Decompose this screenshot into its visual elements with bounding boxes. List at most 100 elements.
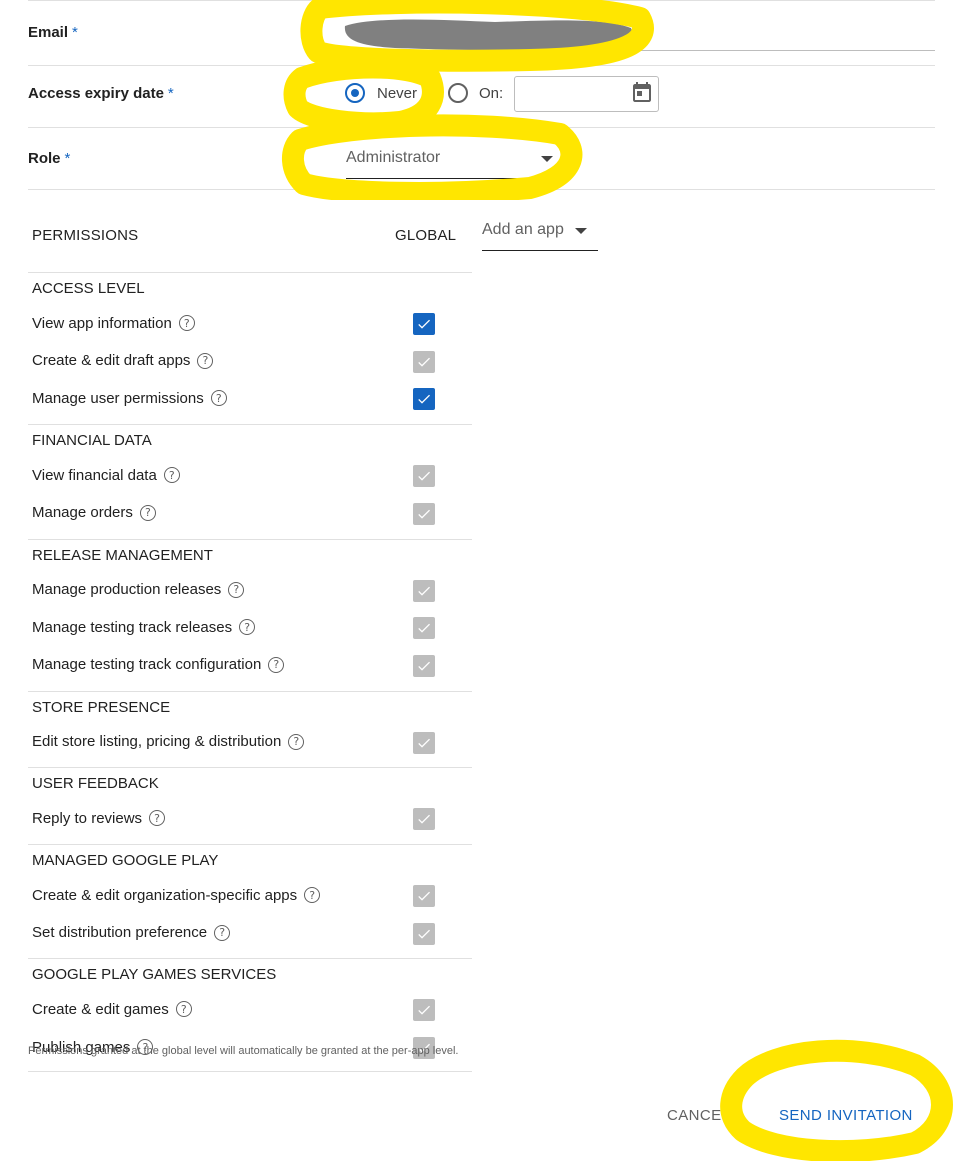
help-circle-icon[interactable]: ? [214,924,231,941]
global-permission-checkbox [413,617,435,640]
global-permission-checkbox [413,808,435,831]
permission-section-title: ACCESS LEVEL [32,280,145,297]
role-label: Role * [28,150,70,167]
help-circle-icon[interactable]: ? [239,619,256,636]
global-permission-checkbox [413,731,435,754]
permission-label: Create & edit organization-specific apps [32,886,298,904]
check-icon [418,891,430,901]
help-circle-icon[interactable]: ? [197,352,214,369]
help-circle-icon[interactable]: ? [178,315,195,331]
global-permission-checkbox [413,922,435,945]
permission-row: Manage orders? [32,501,156,525]
check-icon [418,319,430,329]
global-permission-checkbox[interactable] [413,313,435,335]
on-date-radio[interactable] [448,83,468,103]
global-permission-checkbox [413,999,435,1022]
role-label-text: Role [28,150,61,167]
add-app-dropdown[interactable]: Add an app [482,221,564,239]
add-app-underline [482,250,598,251]
required-mark: * [167,85,174,102]
permission-label: Create & edit games [32,1000,169,1018]
permission-label: Manage orders [32,504,133,522]
row-divider [28,65,935,66]
global-permission-checkbox [413,579,435,602]
row-divider [28,189,935,190]
global-permission-checkbox [413,885,435,907]
help-circle-icon[interactable]: ? [139,504,156,521]
permission-section-title: FINANCIAL DATA [32,432,152,450]
permission-row: View app information? [32,311,195,335]
permission-label: Reply to reviews [32,809,143,827]
check-icon [418,395,430,405]
permission-section-title: STORE PRESENCE [32,698,171,716]
role-select[interactable]: Administrator [346,149,440,167]
global-permission-checkbox [413,465,435,488]
permission-row: Set distribution preference? [32,921,231,945]
on-radio-label: On: [479,85,504,102]
section-divider [28,272,472,273]
permission-label: Manage production releases [32,581,222,598]
help-circle-icon[interactable]: ? [268,656,285,673]
check-icon [418,471,430,481]
permission-section-title: RELEASE MANAGEMENT [32,546,213,564]
permission-section-title: MANAGED GOOGLE PLAY [32,852,219,869]
permission-label: Edit store listing, pricing & distributi… [32,733,282,751]
global-permission-checkbox [413,350,435,373]
section-divider [28,424,472,426]
help-circle-icon[interactable]: ? [304,887,321,903]
permission-label: Create & edit draft apps [32,352,191,370]
permission-section-title: GOOGLE PLAY GAMES SERVICES [32,966,277,984]
permission-row: Create & edit draft apps? [32,349,214,373]
help-circle-icon[interactable]: ? [228,581,245,598]
global-permission-checkbox[interactable] [413,388,435,411]
permission-row: Create & edit organization-specific apps… [32,883,321,907]
global-permission-checkbox [413,502,435,525]
section-divider [28,958,472,960]
never-radio[interactable] [345,83,365,103]
check-icon [418,357,430,367]
chevron-down-icon[interactable] [541,156,553,162]
permission-label: Set distribution preference [32,924,208,942]
permissions-header: PERMISSIONS [32,227,139,244]
help-circle-icon[interactable]: ? [288,733,305,750]
check-icon [418,738,430,748]
check-icon [418,586,430,596]
cancel-button[interactable]: CANCEL [667,1107,730,1124]
permission-label: Manage user permissions [32,389,204,407]
permission-row: View financial data? [32,463,180,487]
check-icon [418,815,430,824]
check-icon [418,1006,430,1016]
never-radio-label: Never [377,85,418,102]
section-divider [28,538,472,540]
row-divider [28,127,935,128]
section-divider [28,690,472,692]
section-divider [28,767,472,769]
help-circle-icon[interactable]: ? [163,467,180,484]
help-circle-icon[interactable]: ? [175,1001,192,1018]
send-invitation-button[interactable]: SEND INVITATION [779,1107,913,1124]
required-mark: * [72,24,78,41]
permission-label: Manage testing track configuration [32,656,262,674]
calendar-icon[interactable] [630,80,654,104]
check-icon [418,509,430,519]
check-icon [418,623,430,633]
arrow-drop-down-icon[interactable] [575,228,587,234]
section-divider [28,844,472,845]
permission-row: Manage user permissions? [32,386,227,410]
permission-row: Manage testing track configuration? [32,653,285,677]
email-field[interactable] [345,50,935,51]
help-circle-icon[interactable]: ? [149,810,166,827]
global-column-header: GLOBAL [395,227,457,244]
help-circle-icon[interactable]: ? [210,390,227,407]
email-label-text: Email [28,24,69,41]
expiry-label-text: Access expiry date [28,85,164,102]
permission-row: Edit store listing, pricing & distributi… [32,730,305,754]
permission-label: Manage testing track releases [32,618,233,636]
section-divider [28,1070,472,1072]
role-select-underline [346,178,562,179]
permission-row: Manage testing track releases? [32,615,256,639]
required-mark: * [64,150,71,167]
permission-section-title: USER FEEDBACK [32,775,159,793]
expiry-label: Access expiry date * [28,85,174,102]
permission-label: View app information [32,314,172,332]
